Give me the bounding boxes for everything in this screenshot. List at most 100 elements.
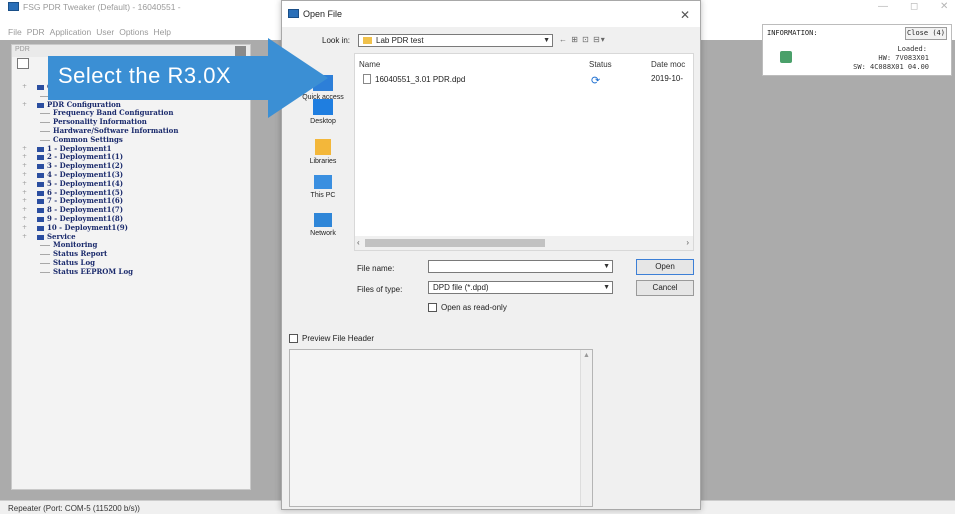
files-of-type-select[interactable]: DPD file (*.dpd) ▼ [428, 281, 613, 294]
expand-icon[interactable]: + [22, 101, 27, 110]
file-row[interactable]: 16040551_3.01 PDR.dpd [363, 74, 465, 84]
tree-item-label: Status EEPROM Log [53, 266, 134, 276]
folder-icon [37, 102, 44, 108]
app-menubar: File PDR Application User Options Help [8, 27, 176, 37]
tree-connector [40, 254, 50, 256]
file-name-label: File name: [357, 264, 395, 273]
scroll-up-icon[interactable]: ▲ [583, 352, 590, 359]
information-close-button[interactable]: Close (4) [905, 27, 947, 40]
preview-header-label: Preview File Header [302, 334, 375, 343]
cancel-button[interactable]: Cancel [636, 280, 694, 296]
preview-header-checkbox[interactable] [289, 334, 298, 343]
network-icon [314, 213, 332, 227]
app-icon [8, 2, 19, 11]
place-libraries[interactable]: Libraries [293, 139, 353, 165]
hw-version: HW: 7V083X01 [878, 54, 929, 62]
libraries-icon [315, 139, 331, 155]
folder-icon [37, 208, 44, 214]
loaded-label: Loaded: [897, 45, 927, 53]
horizontal-scrollbar[interactable]: ‹ › [355, 236, 693, 250]
tree-tool-icon[interactable] [17, 58, 29, 69]
tree-connector [40, 271, 50, 273]
folder-icon [37, 216, 44, 222]
column-header-name[interactable]: Name [359, 60, 380, 69]
tree-connector [40, 130, 50, 132]
file-date: 2019-10- [651, 74, 684, 83]
folder-icon [37, 155, 44, 161]
callout-text: Select the R3.0X [58, 63, 232, 88]
menu-help[interactable]: Help [154, 27, 171, 37]
expand-icon[interactable]: + [22, 83, 27, 92]
expand-icon[interactable]: + [22, 180, 27, 189]
tree-connector [40, 245, 50, 247]
files-of-type-label: Files of type: [357, 285, 403, 294]
information-title: INFORMATION: [767, 29, 818, 37]
folder-icon [37, 85, 44, 90]
expand-icon[interactable]: + [22, 215, 27, 224]
column-header-status[interactable]: Status [589, 60, 612, 69]
expand-icon[interactable]: + [22, 233, 27, 242]
scroll-left-icon[interactable]: ‹ [357, 238, 360, 247]
menu-application[interactable]: Application [50, 27, 92, 37]
file-list: Name Status Date moc 16040551_3.01 PDR.d… [354, 53, 694, 251]
tree-item[interactable]: Status EEPROM Log [20, 266, 250, 277]
expand-icon[interactable]: + [22, 197, 27, 206]
scroll-right-icon[interactable]: › [686, 238, 689, 247]
look-in-value: Lab PDR test [376, 36, 424, 45]
expand-icon[interactable]: + [22, 153, 27, 162]
preview-text-area[interactable]: ▲ [289, 349, 593, 507]
device-icon [780, 51, 792, 63]
expand-icon[interactable]: + [22, 171, 27, 180]
expand-icon[interactable]: + [22, 162, 27, 171]
expand-icon[interactable]: + [22, 206, 27, 215]
scrollbar-thumb[interactable] [365, 239, 545, 247]
menu-options[interactable]: Options [119, 27, 148, 37]
app-title: FSG PDR Tweaker (Default) - 16040551 - [23, 2, 181, 12]
dialog-close-icon[interactable]: ✕ [680, 8, 690, 22]
folder-icon [37, 234, 44, 240]
look-in-select[interactable]: Lab PDR test ▼ [358, 34, 553, 47]
status-text: Repeater (Port: COM-5 (115200 b/s)) [8, 504, 140, 513]
tree-connector [40, 122, 50, 124]
tree-connector [40, 139, 50, 141]
information-panel: INFORMATION: Close (4) Loaded: HW: 7V083… [762, 24, 952, 76]
chevron-down-icon: ▼ [603, 263, 610, 270]
navigation-toolbar-icons[interactable]: ← ⊞ ⊡ ⊟▾ [559, 35, 606, 44]
folder-icon [37, 225, 44, 231]
dialog-titlebar: Open File ✕ [282, 1, 700, 27]
pdr-panel-title: PDR [15, 46, 30, 53]
folder-icon [37, 199, 44, 205]
folder-icon [37, 164, 44, 170]
sync-status-icon: ⟳ [591, 75, 601, 87]
tree-connector [40, 262, 50, 264]
column-header-date[interactable]: Date moc [651, 60, 685, 69]
folder-icon [37, 172, 44, 178]
computer-icon [314, 175, 332, 189]
expand-icon[interactable]: + [22, 145, 27, 154]
file-name-input[interactable]: ▼ [428, 260, 613, 273]
read-only-checkbox[interactable] [428, 303, 437, 312]
read-only-label: Open as read-only [441, 303, 507, 312]
chevron-down-icon: ▼ [603, 284, 610, 291]
folder-icon [363, 37, 372, 44]
place-this-pc[interactable]: This PC [293, 175, 353, 199]
chevron-down-icon: ▼ [543, 37, 550, 44]
menu-pdr[interactable]: PDR [27, 27, 45, 37]
folder-icon [37, 190, 44, 196]
folder-icon [37, 146, 44, 152]
file-icon [363, 74, 371, 84]
maximize-button[interactable]: ◻ [910, 1, 918, 12]
expand-icon[interactable]: + [22, 224, 27, 233]
menu-file[interactable]: File [8, 27, 22, 37]
place-network[interactable]: Network [293, 213, 353, 237]
preview-scrollbar[interactable]: ▲ [580, 350, 592, 506]
sw-version: SW: 4C088X01 04.00 [853, 63, 929, 71]
folder-icon [37, 181, 44, 187]
expand-icon[interactable]: + [22, 189, 27, 198]
close-button[interactable]: ✕ [940, 1, 948, 12]
file-name: 16040551_3.01 PDR.dpd [375, 75, 466, 84]
menu-user[interactable]: User [96, 27, 114, 37]
dialog-title: Open File [303, 9, 343, 19]
open-button[interactable]: Open [636, 259, 694, 275]
minimize-button[interactable]: — [878, 1, 888, 12]
